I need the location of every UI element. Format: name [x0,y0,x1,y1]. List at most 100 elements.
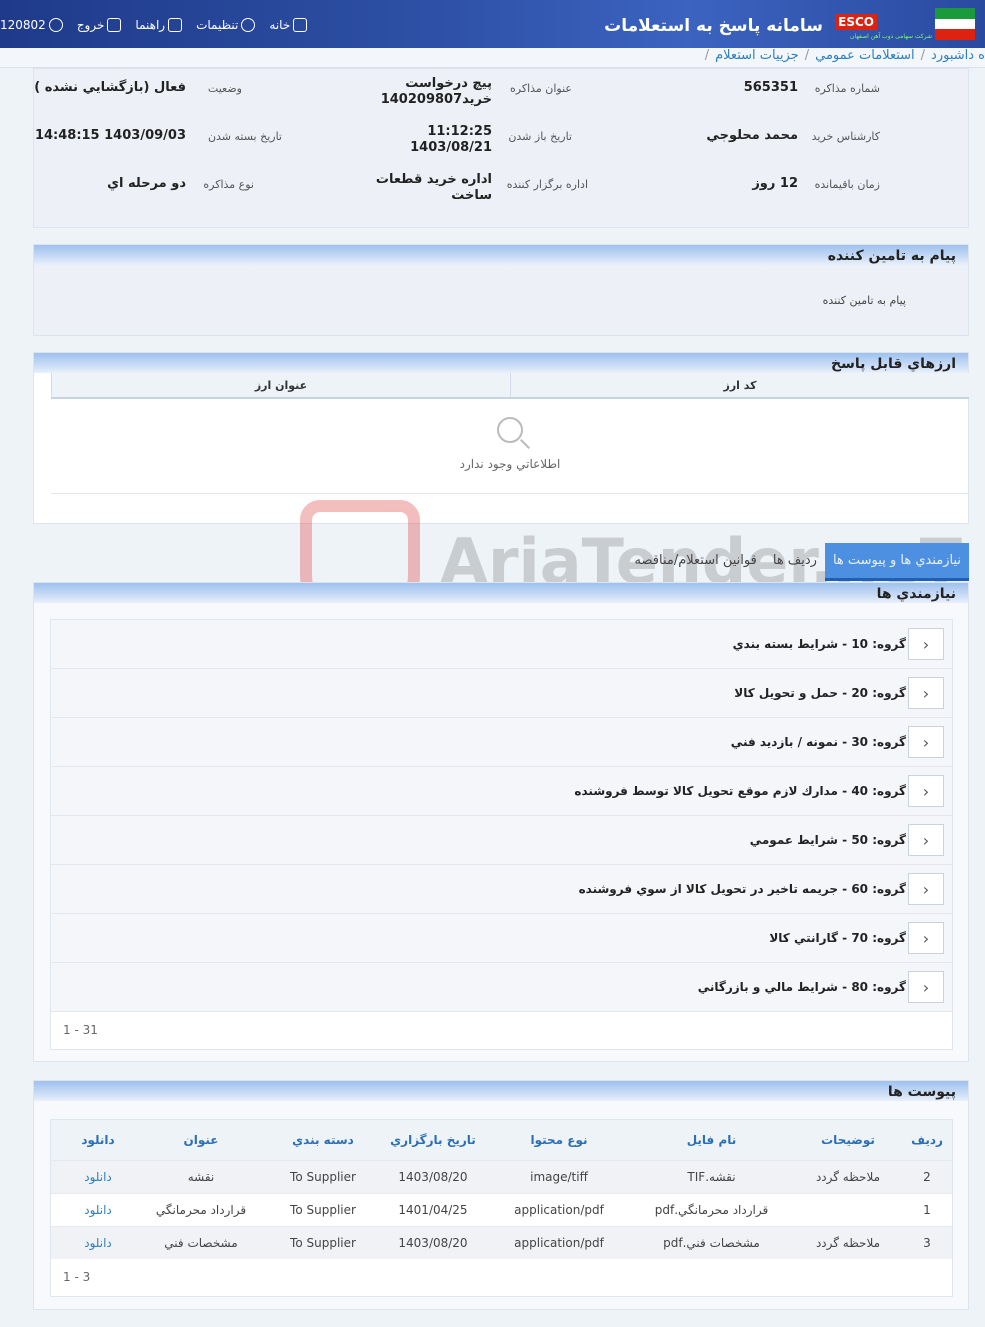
currency-footer [51,493,969,525]
remaining-label: زمان باقيمانده [814,178,880,191]
empty-text: اطلاعاتي وجود ندارد [459,457,561,471]
col-currency-title[interactable]: عنوان ارز [51,373,510,397]
cell-upload-date: 1403/08/20 [398,1170,468,1184]
org-value-2: ساخت [451,188,492,203]
download-link[interactable]: دانلود [63,1161,133,1193]
group-row-20[interactable]: ‹ گروه: 20 - حمل و تحويل کالا [51,669,952,718]
group-row-40[interactable]: ‹ گروه: 40 - مدارك لازم موقع تحويل كالا … [51,767,952,816]
chevron-left-icon[interactable]: ‹ [908,677,944,709]
tab-rows[interactable]: رديف ها [765,543,825,581]
close-date-value: 1403/09/03 14:48:15 [34,128,186,143]
group-label: گروه: 30 - نمونه / بازديد فني [730,735,906,749]
cell-description [794,1194,902,1226]
cell-upload-date: 1401/04/25 [398,1203,468,1217]
col-download[interactable]: دانلود [63,1120,133,1160]
subject-value-2: خريد140209807 [380,92,492,107]
info-grid: شماره مذاکره 565351 عنوان مذاکره پيچ درخ… [32,69,968,229]
settings-label: تنظیمات [196,18,239,32]
open-time-value: 11:12:25 [427,124,492,139]
group-row-70[interactable]: ‹ گروه: 70 - گارانتي کالا [51,914,952,963]
chevron-left-icon[interactable]: ‹ [908,922,944,954]
status-label: وضعيت [207,82,242,95]
requirements-group-list: ‹ گروه: 10 - شرايط بسته بندي ‹ گروه: 20 … [50,619,953,1050]
currency-empty-state: اطلاعاتي وجود ندارد [51,399,969,493]
cell-category: To Supplier [290,1236,356,1250]
search-icon [497,417,523,443]
attachments-rows: 2 ملاحظه گردد نقشه.TIF image/tiff 1403/0… [51,1160,952,1259]
chevron-left-icon[interactable]: ‹ [908,726,944,758]
company-logo: ESCO شرکت سهامی ذوب آهن اصفهان [827,0,985,48]
group-label: گروه: 20 - حمل و تحويل کالا [734,686,906,700]
attachments-title: پيوست ها [34,1081,968,1101]
cell-upload-date: 1403/08/20 [398,1236,468,1250]
open-date-value: 1403/08/21 [410,140,492,155]
detail-tabs: نيازمندي ها و پيوست ها رديف ها قوانين اس… [600,543,969,581]
col-title[interactable]: عنوان [133,1120,269,1160]
chevron-left-icon[interactable]: ‹ [908,824,944,856]
col-description[interactable]: توضيحات [794,1120,902,1160]
col-content-type[interactable]: نوع محتوا [489,1120,629,1160]
group-row-30[interactable]: ‹ گروه: 30 - نمونه / بازديد فني [51,718,952,767]
logout-icon [107,18,122,32]
tab-requirements[interactable]: نيازمندي ها و پيوست ها [824,543,969,581]
open-date-label: تاريخ باز شدن [508,130,572,143]
app-header: 120802 خروج راهنما تنظیمات خانه سامانه پ… [0,0,985,48]
group-row-80[interactable]: ‹ گروه: 80 - شرايط مالي و بازرگاني [51,963,952,1012]
book-icon [168,18,183,32]
download-link[interactable]: دانلود [63,1194,133,1226]
group-row-10[interactable]: ‹ گروه: 10 - شرايط بسته بندي [51,620,952,669]
chevron-left-icon[interactable]: ‹ [908,971,944,1003]
home-link[interactable]: خانه [269,18,308,32]
remaining-value: 12 روز [752,176,798,191]
cell-file-name: مشخصات فني.pdf [663,1236,760,1250]
group-label: گروه: 50 - شرايط عمومي [749,833,906,847]
status-value: فعال (بازگشايي نشده ) [34,80,186,95]
cell-title: نقشه [187,1170,215,1184]
user-id-text: 120802 [0,18,46,32]
breadcrumb-public-inquiries[interactable]: استعلامات عمومي [815,48,915,63]
breadcrumb-dashboard[interactable]: ه داشبورد [931,48,985,63]
settings-link[interactable]: تنظیمات [196,18,256,32]
table-row: 2 ملاحظه گردد نقشه.TIF image/tiff 1403/0… [51,1160,952,1193]
cell-content-type: application/pdf [514,1203,604,1217]
cell-file-name: قرارداد محرمانگي.pdf [654,1203,769,1217]
currency-table-head: کد ارز عنوان ارز [51,373,969,399]
number-label: شماره مذاکره [814,82,880,95]
col-file-name[interactable]: نام فايل [629,1120,794,1160]
help-label: راهنما [135,18,166,32]
attachments-table-head: رديف توضيحات نام فايل نوع محتوا تاريخ با… [51,1120,952,1160]
expert-value: محمد محلوجي [706,128,798,143]
home-icon [293,18,308,32]
cell-description: ملاحظه گردد [815,1170,881,1184]
type-value: دو مرحله اي [107,176,186,191]
inquiry-info-panel: شماره مذاکره 565351 عنوان مذاکره پيچ درخ… [33,68,969,228]
col-category[interactable]: دسته بندي [269,1120,377,1160]
col-upload-date[interactable]: تاريخ بارگزاري [377,1120,489,1160]
group-label: گروه: 10 - شرايط بسته بندي [732,637,906,651]
table-row: 3 ملاحظه گردد مشخصات فني.pdf application… [51,1226,952,1259]
subject-value-1: پيچ درخواست [405,76,492,91]
breadcrumb-inquiry-details[interactable]: جزييات استعلام [715,48,799,63]
col-currency-code[interactable]: کد ارز [510,373,969,397]
cell-category: To Supplier [290,1203,356,1217]
attachments-table: رديف توضيحات نام فايل نوع محتوا تاريخ با… [50,1119,953,1297]
col-row[interactable]: رديف [902,1120,952,1160]
attachments-panel: پيوست ها رديف توضيحات نام فايل نوع محتوا… [33,1080,969,1310]
logout-link[interactable]: خروج [77,18,122,32]
group-row-60[interactable]: ‹ گروه: 60 - جريمه تاخير در تحويل کالا ا… [51,865,952,914]
chevron-left-icon[interactable]: ‹ [908,775,944,807]
chevron-left-icon[interactable]: ‹ [908,628,944,660]
org-label: اداره برگزار کننده [506,178,588,191]
chevron-left-icon[interactable]: ‹ [908,873,944,905]
table-row: 1 قرارداد محرمانگي.pdf application/pdf 1… [51,1193,952,1226]
user-icon [48,18,63,32]
requirements-pager: 1 - 31 [51,1012,952,1049]
requirements-title: نيازمندي ها [34,583,968,603]
help-link[interactable]: راهنما [135,18,183,32]
cell-content-type: application/pdf [514,1236,604,1250]
download-link[interactable]: دانلود [63,1227,133,1259]
user-id[interactable]: 120802 [0,18,63,32]
currency-table: کد ارز عنوان ارز اطلاعاتي وجود ندارد [51,373,969,525]
tab-rules[interactable]: قوانين استعلام/مناقصه [627,543,765,581]
group-row-50[interactable]: ‹ گروه: 50 - شرايط عمومي [51,816,952,865]
